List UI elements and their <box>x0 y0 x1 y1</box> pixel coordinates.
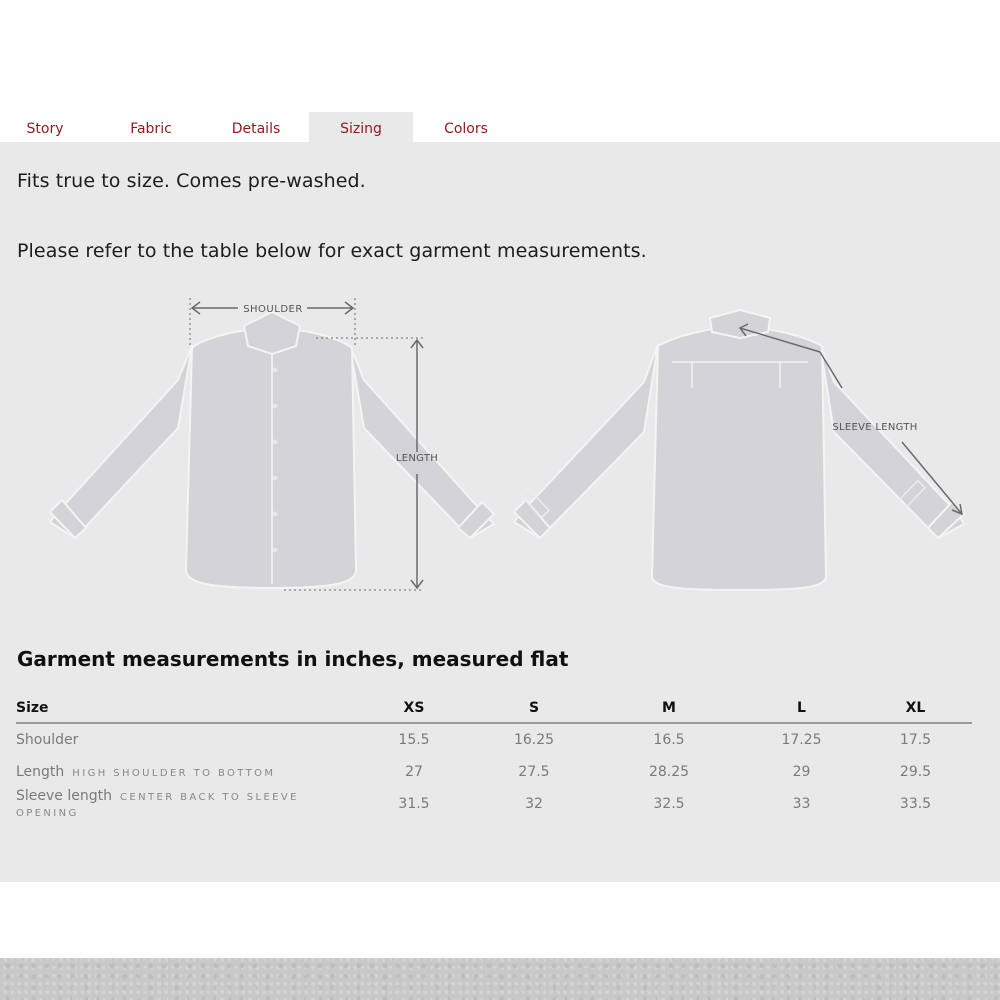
shirt-back-illustration <box>512 308 966 592</box>
table-cell: 32 <box>525 796 543 812</box>
table-cell: 15.5 <box>398 732 430 748</box>
table-cell: 29 <box>792 764 811 780</box>
header-l: L <box>744 693 859 724</box>
measurements-table: Size XS S M L XL Shoulder 15.5 16.25 16.… <box>16 693 972 820</box>
measurements-title: Garment measurements in inches, measured… <box>17 647 569 671</box>
table-cell: 17.25 <box>781 732 822 748</box>
table-cell: 33.5 <box>899 796 932 812</box>
row-label: Shoulder <box>16 732 79 748</box>
sleeve-length-label: SLEEVE LENGTH <box>832 422 917 433</box>
table-cell: 27 <box>405 764 423 780</box>
tab-sizing[interactable]: Sizing <box>309 112 413 142</box>
shirt-front-illustration <box>48 310 496 590</box>
table-header-row: Size XS S M L XL <box>16 693 972 724</box>
footer-texture <box>0 958 1000 1000</box>
row-label: Sleeve length CENTER BACK TO SLEEVE OPENI… <box>16 788 299 819</box>
table-cell: 16.25 <box>513 732 555 748</box>
tab-story[interactable]: Story <box>0 112 90 142</box>
tab-details[interactable]: Details <box>208 112 304 142</box>
table-cell: 27.5 <box>518 764 550 780</box>
table-cell: 32.5 <box>653 796 685 812</box>
length-label: LENGTH <box>396 453 438 464</box>
table-cell: 16.5 <box>653 732 685 748</box>
tab-colors[interactable]: Colors <box>418 112 514 142</box>
header-size: Size <box>16 693 354 724</box>
table-cell: 29.5 <box>899 764 932 780</box>
table-row: Length HIGH SHOULDER TO BOTTOM 27 27.5 28… <box>16 756 972 788</box>
shirt-diagram: SHOULDER LENGTH SLEEVE LENGTH <box>48 298 966 592</box>
table-cell: 33 <box>792 796 811 812</box>
shoulder-label: SHOULDER <box>243 304 303 315</box>
table-row: Sleeve length CENTER BACK TO SLEEVE OPENI… <box>16 788 972 820</box>
table-cell: 31.5 <box>398 796 430 812</box>
table-cell: 17.5 <box>899 732 932 748</box>
measurement-instruction: Please refer to the table below for exac… <box>17 240 647 262</box>
header-xl: XL <box>859 693 972 724</box>
table-cell: 28.25 <box>648 764 690 780</box>
header-xs: XS <box>354 693 474 724</box>
row-label: Length HIGH SHOULDER TO BOTTOM <box>16 764 276 780</box>
fit-description: Fits true to size. Comes pre-washed. <box>17 170 366 192</box>
tab-bar: Story Fabric Details Sizing Colors <box>0 112 1000 142</box>
sizing-panel: Fits true to size. Comes pre-washed. Ple… <box>0 142 1000 882</box>
table-row: Shoulder 15.5 16.25 16.5 17.25 17.5 <box>16 723 972 756</box>
row-hint: HIGH SHOULDER TO BOTTOM <box>72 768 276 779</box>
header-s: S <box>474 693 594 724</box>
header-m: M <box>594 693 744 724</box>
tab-fabric[interactable]: Fabric <box>104 112 198 142</box>
